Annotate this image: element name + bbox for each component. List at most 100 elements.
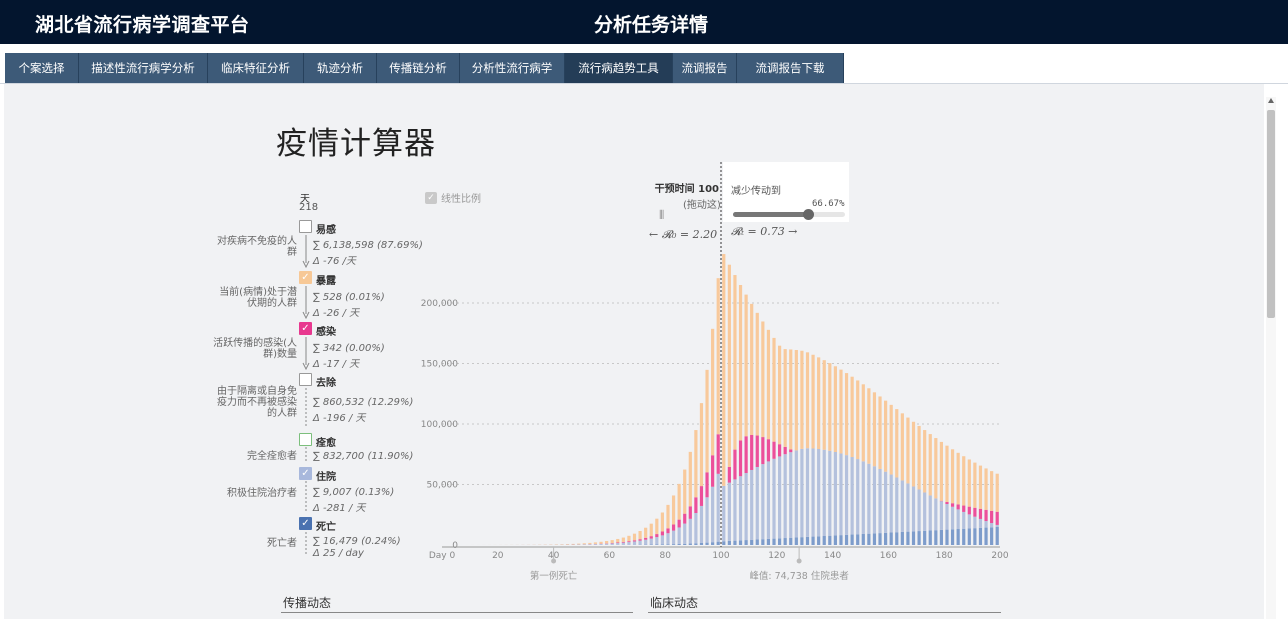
bar-death [939, 529, 944, 545]
bar-exposed [772, 337, 776, 442]
compartment-label-hospitalized: 住院 [316, 472, 336, 483]
bar-hospitalized [995, 524, 999, 527]
scrollbar-thumb[interactable] [1267, 110, 1275, 318]
x-tick-label: 180 [936, 551, 953, 561]
compartment-sum-susceptible: ∑ 6,138,598 (87.69%) [313, 240, 423, 251]
bar-hospitalized [978, 518, 983, 528]
bar-death [766, 538, 771, 545]
bar-exposed [632, 533, 637, 541]
bar-infected [761, 437, 765, 465]
bar-hospitalized [632, 541, 637, 545]
bar-exposed [688, 451, 692, 507]
bar-hospitalized [655, 537, 659, 545]
compartment-desc-susceptible: 对疾病不免疫的人群 [217, 236, 297, 258]
tab-report-download[interactable]: 流调报告下载 [737, 53, 844, 83]
bar-infected [688, 506, 692, 519]
tab-epidemic-trend-tool[interactable]: 流行病趋势工具 [565, 53, 673, 83]
bar-infected [990, 510, 994, 524]
bar-exposed [761, 321, 765, 438]
bar-exposed [962, 456, 966, 506]
bar-death [683, 543, 687, 545]
tab-bar: 个案选择 描述性流行病学分析 临床特征分析 轨迹分析 传播链分析 分析性流行病学… [5, 53, 844, 83]
bar-exposed [800, 350, 804, 449]
bar-death [839, 535, 843, 545]
x-tick-label: 160 [880, 551, 897, 561]
bar-exposed [805, 352, 810, 449]
epidemic-chart[interactable]: 050,000100,000150,000200,000Day 0 20 40 60 8… [420, 160, 1020, 590]
bar-exposed [973, 462, 977, 508]
checkbox-death[interactable]: ✓ [299, 517, 312, 530]
tab-investigation-report[interactable]: 流调报告 [673, 53, 737, 83]
bar-infected [967, 506, 971, 515]
tab-clinical-features[interactable]: 临床特征分析 [208, 53, 304, 83]
bar-exposed [783, 349, 787, 447]
checkbox-hospitalized[interactable]: ✓ [299, 467, 312, 480]
bar-infected [671, 524, 676, 531]
checkbox-removed[interactable] [299, 373, 312, 386]
bar-exposed [822, 360, 826, 450]
checkbox-recovered[interactable] [299, 433, 312, 446]
bar-hospitalized [671, 530, 676, 545]
bar-infected [705, 472, 709, 498]
checkbox-susceptible[interactable] [299, 220, 312, 233]
bar-death [923, 530, 927, 545]
bar-death [705, 542, 709, 545]
bar-death [716, 541, 720, 545]
bar-infected [727, 466, 731, 483]
bar-hospitalized [945, 504, 949, 530]
bar-exposed [844, 373, 849, 456]
tab-trajectory[interactable]: 轨迹分析 [304, 53, 377, 83]
bar-exposed [649, 523, 653, 537]
bar-death [772, 538, 776, 545]
drag-handle-icon[interactable]: ⦀ [659, 208, 664, 223]
scroll-up-arrow-icon[interactable] [1268, 98, 1274, 103]
tab-case-selection[interactable]: 个案选择 [5, 53, 79, 83]
calculator-title: 疫情计算器 [276, 126, 436, 162]
x-tick-label: 60 [604, 551, 616, 561]
bar-death [867, 533, 871, 545]
bar-infected [699, 486, 704, 506]
bar-death [794, 537, 798, 545]
bar-exposed [906, 417, 910, 484]
linear-scale-toggle[interactable]: ✓ 线性比例 [425, 190, 481, 205]
bar-death [688, 543, 692, 545]
bar-hospitalized [722, 485, 726, 542]
section-transmission-dynamics: 传播动态 [283, 596, 332, 610]
bar-infected [632, 540, 637, 542]
checkbox-icon[interactable]: ✓ [425, 191, 437, 204]
bar-exposed [755, 312, 759, 436]
bar-death [884, 532, 888, 545]
bar-infected [766, 439, 771, 462]
day-value: 218 [299, 202, 319, 213]
bar-death [761, 539, 765, 545]
slider-thumb[interactable] [802, 209, 814, 220]
bar-hospitalized [917, 489, 921, 532]
bar-death [978, 527, 983, 545]
tab-descriptive-epidemiology[interactable]: 描述性流行病学分析 [79, 53, 208, 83]
checkbox-exposed[interactable]: ✓ [299, 271, 312, 284]
bar-exposed [917, 425, 921, 490]
bar-exposed [878, 396, 882, 469]
bar-death [660, 544, 665, 545]
bar-hospitalized [705, 497, 709, 543]
compartment-sum-recovered: ∑ 832,700 (11.90%) [313, 451, 414, 462]
bar-exposed [644, 527, 648, 538]
bar-hospitalized [817, 448, 821, 537]
bar-hospitalized [733, 479, 737, 541]
bar-infected [716, 434, 720, 474]
bar-hospitalized [928, 495, 932, 531]
checkbox-infected[interactable]: ✓ [299, 322, 312, 335]
compartment-delta-susceptible: Δ -76 /天 [313, 256, 356, 267]
bar-death [800, 537, 804, 545]
bar-hospitalized [839, 453, 843, 536]
tab-transmission-chain[interactable]: 传播链分析 [377, 53, 460, 83]
compartment-delta-exposed: Δ -26 / 天 [313, 308, 360, 319]
bar-hospitalized [627, 542, 631, 545]
bar-death [889, 532, 893, 545]
bar-hospitalized [605, 543, 609, 545]
tab-analytic-epidemiology[interactable]: 分析性流行病学 [460, 53, 565, 83]
bar-exposed [794, 350, 798, 451]
bar-death [727, 540, 731, 545]
bar-death [956, 529, 960, 545]
bar-exposed [900, 413, 904, 481]
